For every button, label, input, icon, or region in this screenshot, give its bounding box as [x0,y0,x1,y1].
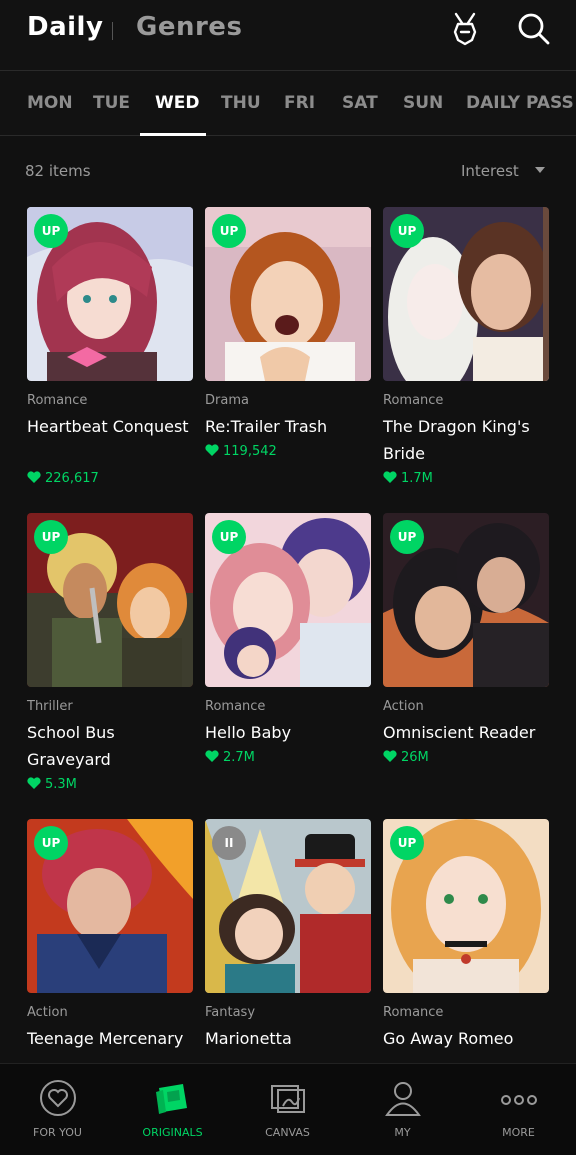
tab-wed[interactable]: WED [155,93,199,113]
series-genre: Action [383,699,424,714]
series-title: Marionetta [205,1029,292,1048]
series-genre: Thriller [27,699,73,714]
series-title: Re:Trailer Trash [205,417,328,436]
canvas-icon [268,1078,308,1118]
heart-icon [383,471,397,483]
bunny-badge-icon[interactable] [446,10,484,48]
item-count: 82 items [25,162,91,180]
likes-count: 119,542 [223,444,277,459]
series-likes: 1.7M [383,471,433,486]
nav-my[interactable]: MY [345,1064,460,1155]
heart-icon [205,750,219,762]
nav-label: FOR YOU [33,1126,82,1139]
sort-dropdown[interactable]: Interest [461,162,519,180]
person-icon [383,1078,423,1118]
nav-for-you[interactable]: FOR YOU [0,1064,115,1155]
series-likes: 2.7M [205,750,255,765]
up-badge: UP [34,826,68,860]
series-title: Teenage Mercenary [27,1029,184,1048]
series-genre: Romance [383,1005,444,1020]
series-thumbnail[interactable]: UP [383,207,549,381]
bottom-nav: FOR YOU ORIGINALS CANVAS MY MORE [0,1063,576,1155]
likes-count: 226,617 [45,471,99,486]
series-thumbnail[interactable]: UP [383,819,549,993]
tab-sun[interactable]: SUN [403,93,443,113]
tab-fri[interactable]: FRI [284,93,315,113]
active-tab-indicator [140,133,206,136]
search-icon[interactable] [514,10,552,48]
chevron-down-icon[interactable] [535,167,545,173]
heart-icon [27,471,41,483]
day-tabs: MON TUE WED THU FRI SAT SUN DAILY PASS [0,70,576,136]
series-thumbnail[interactable]: UP [27,819,193,993]
tab-thu[interactable]: THU [221,93,261,113]
up-badge: UP [390,520,424,554]
heart-icon [27,777,41,789]
series-title: School Bus Graveyard [27,723,115,769]
series-thumbnail[interactable]: UP [383,513,549,687]
series-title: Heartbeat Conquest [27,417,189,436]
series-likes: 5.3M [27,777,77,792]
heart-icon [383,750,397,762]
series-genre: Fantasy [205,1005,256,1020]
up-badge: UP [34,214,68,248]
series-genre: Romance [205,699,266,714]
series-thumbnail[interactable]: UP [27,207,193,381]
tab-daily[interactable]: Daily [27,12,103,42]
likes-count: 26M [401,750,429,765]
series-genre: Drama [205,393,249,408]
likes-count: 2.7M [223,750,255,765]
nav-more[interactable]: MORE [461,1064,576,1155]
nav-label: MORE [502,1126,535,1139]
series-thumbnail[interactable]: UP [205,207,371,381]
nav-label: CANVAS [265,1126,310,1139]
series-genre: Romance [27,393,88,408]
likes-count: 5.3M [45,777,77,792]
pause-badge: II [212,826,246,860]
nav-label: MY [394,1126,411,1139]
nav-canvas[interactable]: CANVAS [230,1064,345,1155]
series-thumbnail[interactable]: UP [27,513,193,687]
tab-daily-pass[interactable]: DAILY PASS [466,93,574,113]
tab-genres[interactable]: Genres [136,12,242,42]
up-badge: UP [212,214,246,248]
up-badge: UP [212,520,246,554]
series-thumbnail[interactable]: UP [205,513,371,687]
originals-icon [153,1078,193,1118]
tab-tue[interactable]: TUE [93,93,130,113]
heart-icon [205,444,219,456]
up-badge: UP [390,214,424,248]
more-dots-icon [499,1078,539,1118]
nav-label: ORIGINALS [142,1126,203,1139]
series-title: Go Away Romeo [383,1029,514,1048]
app-header: Daily Genres [0,0,576,70]
up-badge: UP [34,520,68,554]
likes-count: 1.7M [401,471,433,486]
series-likes: 119,542 [205,444,277,459]
series-title: Omniscient Reader [383,723,536,742]
nav-originals[interactable]: ORIGINALS [115,1064,230,1155]
series-genre: Romance [383,393,444,408]
tab-mon[interactable]: MON [27,93,73,113]
series-thumbnail[interactable]: II [205,819,371,993]
tab-sat[interactable]: SAT [342,93,378,113]
series-title: The Dragon King's Bride [383,417,530,463]
title-divider [112,22,113,40]
series-title: Hello Baby [205,723,292,742]
heart-circle-icon [38,1078,78,1118]
series-genre: Action [27,1005,68,1020]
series-likes: 226,617 [27,471,99,486]
series-likes: 26M [383,750,429,765]
up-badge: UP [390,826,424,860]
